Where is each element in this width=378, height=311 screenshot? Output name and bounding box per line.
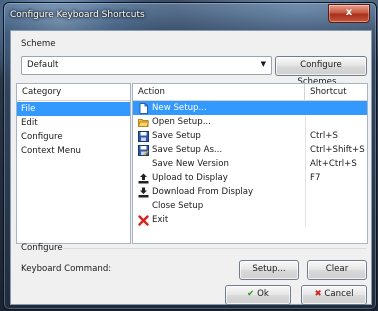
category-label: Configure bbox=[21, 132, 63, 142]
cancel-icon: ✖ bbox=[314, 289, 322, 299]
shortcut-label: F7 bbox=[310, 173, 321, 183]
action-column-header[interactable]: Action bbox=[133, 84, 305, 101]
keyboard-command-label: Keyboard Command: bbox=[21, 264, 112, 274]
shortcut-label: Alt+Ctrl+S bbox=[310, 159, 357, 169]
close-button[interactable]: x bbox=[328, 4, 370, 23]
ok-button[interactable]: ✔ Ok bbox=[225, 285, 291, 305]
upload-icon bbox=[138, 173, 149, 184]
close-icon: x bbox=[345, 7, 353, 18]
dialog-content: Scheme Default ▼ Configure Schemes... Ca… bbox=[10, 30, 372, 305]
action-label: Upload to Display bbox=[152, 173, 228, 183]
category-list[interactable]: Category File Edit Configure Context Men… bbox=[16, 83, 131, 244]
save-as-icon bbox=[138, 145, 149, 156]
action-label: Download From Display bbox=[152, 187, 254, 197]
window-title: Configure Keyboard Shortcuts bbox=[10, 10, 145, 20]
table-row[interactable]: Save Setup As... Ctrl+Shift+S bbox=[133, 143, 367, 157]
table-row[interactable]: Save Setup Ctrl+S bbox=[133, 129, 367, 143]
action-label: Exit bbox=[152, 215, 169, 225]
scheme-label: Scheme bbox=[21, 39, 56, 49]
action-table[interactable]: Action Shortcut New Setup... Open Setup.… bbox=[132, 83, 368, 244]
configure-separator bbox=[63, 248, 366, 249]
table-row[interactable]: Close Setup bbox=[133, 199, 367, 213]
save-icon bbox=[138, 131, 149, 142]
exit-icon bbox=[138, 215, 149, 226]
category-label: Edit bbox=[21, 118, 38, 128]
open-folder-icon bbox=[137, 117, 150, 128]
category-item-configure[interactable]: Configure bbox=[17, 130, 130, 144]
action-label: Save Setup As... bbox=[152, 145, 223, 155]
action-label: New Setup... bbox=[152, 103, 207, 113]
configure-section-label: Configure bbox=[21, 243, 63, 253]
setup-button-label: Setup... bbox=[252, 264, 286, 274]
clear-button[interactable]: Clear bbox=[307, 260, 367, 280]
chevron-down-icon: ▼ bbox=[260, 60, 266, 68]
cancel-button[interactable]: ✖ Cancel bbox=[301, 285, 367, 305]
shortcut-column-header[interactable]: Shortcut bbox=[305, 84, 367, 101]
action-label: Save New Version bbox=[152, 159, 229, 169]
category-header: Category bbox=[17, 84, 130, 101]
table-row[interactable]: Exit bbox=[133, 213, 367, 227]
table-row[interactable]: Open Setup... bbox=[133, 115, 367, 129]
shortcut-label: Ctrl+Shift+S bbox=[310, 145, 365, 155]
new-file-icon bbox=[138, 103, 149, 114]
action-label: Open Setup... bbox=[152, 117, 211, 127]
configure-schemes-button[interactable]: Configure Schemes... bbox=[275, 56, 367, 87]
category-item-file[interactable]: File bbox=[17, 102, 130, 116]
cancel-button-label: Cancel bbox=[324, 289, 354, 299]
setup-button[interactable]: Setup... bbox=[239, 260, 299, 280]
category-item-context-menu[interactable]: Context Menu bbox=[17, 144, 130, 158]
action-label: Close Setup bbox=[152, 201, 204, 211]
table-row[interactable]: New Setup... bbox=[133, 101, 367, 115]
category-item-edit[interactable]: Edit bbox=[17, 116, 130, 130]
table-row[interactable]: Upload to Display F7 bbox=[133, 171, 367, 185]
download-icon bbox=[138, 187, 149, 198]
scheme-select[interactable]: Default ▼ bbox=[21, 56, 272, 75]
action-label: Save Setup bbox=[152, 131, 201, 141]
ok-button-label: Ok bbox=[257, 289, 269, 299]
checkmark-icon: ✔ bbox=[247, 289, 255, 299]
table-row[interactable]: Save New Version Alt+Ctrl+S bbox=[133, 157, 367, 171]
category-label: File bbox=[21, 104, 36, 114]
scheme-selected-value: Default bbox=[27, 60, 59, 70]
table-row[interactable]: Download From Display bbox=[133, 185, 367, 199]
clear-button-label: Clear bbox=[325, 264, 349, 274]
category-label: Context Menu bbox=[21, 146, 81, 156]
title-bar[interactable]: Configure Keyboard Shortcuts x bbox=[4, 3, 376, 29]
dialog-window: Configure Keyboard Shortcuts x Scheme De… bbox=[3, 2, 377, 310]
shortcut-label: Ctrl+S bbox=[310, 131, 338, 141]
